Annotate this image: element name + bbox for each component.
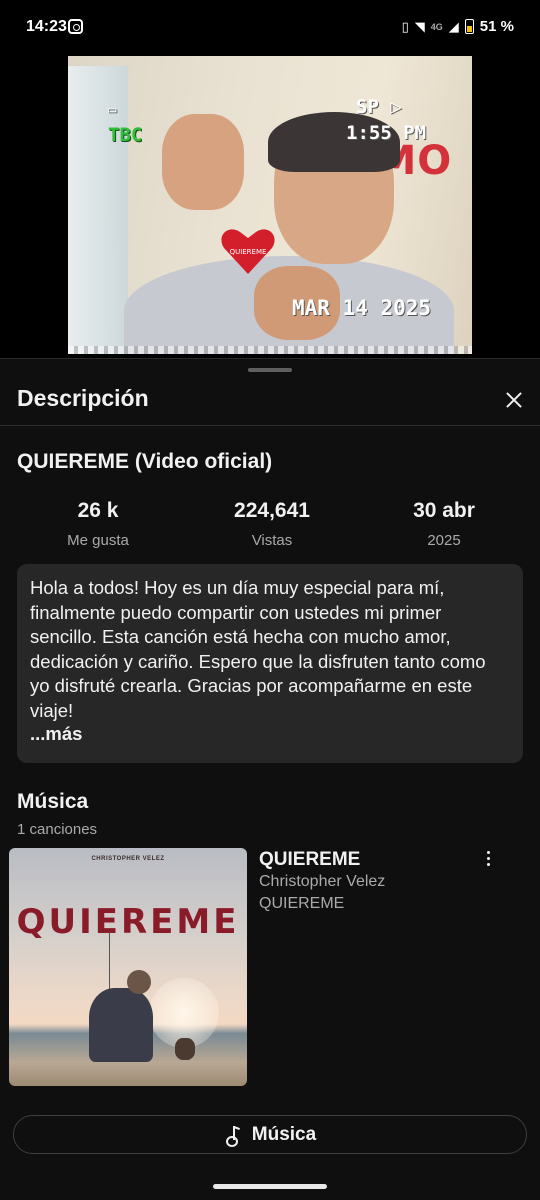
track-title[interactable]: QUIEREME [259, 849, 360, 871]
divider [0, 425, 540, 426]
vhs-mode-text: SP [356, 96, 379, 118]
vhs-date: MAR 14 2025 [292, 296, 432, 320]
person-hand [162, 114, 244, 210]
dot [487, 851, 490, 854]
video-frame[interactable]: TE AMO QUIEREME ▭ TBC SP ▷ 1:55 PM MAR 1… [68, 56, 472, 354]
cover-teddy-bear [175, 1038, 195, 1060]
status-time: 14:23 [26, 18, 67, 35]
stat-date: 30 abr 2025 [354, 499, 534, 549]
track-album: QUIEREME [259, 895, 345, 912]
video-curtain [68, 66, 128, 354]
description-text: Hola a todos! Hoy es un día muy especial… [30, 577, 486, 721]
heart-keychain-svg: QUIEREME [221, 229, 275, 274]
stat-value: 224,641 [234, 499, 310, 522]
sheet-title: Descripción [17, 385, 149, 411]
home-indicator[interactable] [213, 1184, 327, 1189]
music-note-icon [224, 1125, 242, 1147]
stat-views: 224,641 Vistas [182, 499, 362, 549]
description-box[interactable]: Hola a todos! Hoy es un día muy especial… [17, 564, 523, 763]
stat-value: 30 abr [413, 499, 475, 522]
music-count: 1 canciones [17, 821, 98, 838]
vhs-tape-icon: ▭ [108, 102, 117, 118]
status-icons: ▯ ◥ 4G ◢ 51 % [402, 18, 514, 35]
battery-percent: 51 % [479, 18, 514, 35]
wifi-icon: ◥ [414, 18, 425, 34]
music-button-label: Música [251, 1123, 317, 1145]
play-icon: ▷ [390, 96, 402, 118]
video-stats: 26 k Me gusta 224,641 Vistas 30 abr 2025 [0, 499, 540, 555]
stat-label: Vistas [251, 532, 293, 549]
instagram-icon [68, 19, 83, 34]
music-button[interactable]: Música [13, 1115, 527, 1154]
stat-value: 26 k [77, 499, 119, 522]
keychain-text: QUIEREME [230, 248, 267, 256]
vhs-mode: SP ▷ [356, 96, 402, 118]
stat-label: Me gusta [67, 532, 129, 549]
cover-title: QUIEREME [16, 902, 240, 942]
signal-icon: ◢ [448, 18, 459, 34]
cover-person-head [127, 970, 151, 994]
drag-handle[interactable] [248, 368, 292, 372]
dot [487, 857, 490, 860]
close-icon[interactable] [500, 387, 528, 415]
stat-likes: 26 k Me gusta [8, 499, 188, 549]
stat-label: 2025 [427, 532, 461, 549]
battery-icon [464, 19, 474, 34]
more-vert-icon[interactable] [478, 849, 498, 869]
heart-keychain-icon: QUIEREME [220, 226, 276, 276]
vibrate-icon: ▯ [401, 18, 409, 34]
cover-artist: CHRISTOPHER VELEZ [91, 856, 165, 862]
vhs-tbc: TBC [108, 124, 143, 146]
track-artist: Christopher Velez [259, 873, 386, 890]
vhs-scanline [68, 346, 472, 354]
album-cover[interactable]: CHRISTOPHER VELEZ QUIEREME [9, 848, 247, 1086]
video-player[interactable]: TE AMO QUIEREME ▭ TBC SP ▷ 1:55 PM MAR 1… [0, 56, 540, 358]
dot [487, 863, 490, 866]
vhs-time: 1:55 PM [346, 122, 427, 144]
more-link[interactable]: ...más [30, 723, 510, 745]
status-bar: 14:23 ▯ ◥ 4G ◢ 51 % [0, 0, 540, 56]
network-type: 4G [430, 21, 443, 32]
cover-person [89, 988, 153, 1062]
description-sheet: Descripción QUIEREME (Video oficial) 26 … [0, 358, 540, 1200]
video-title: QUIEREME (Video oficial) [17, 450, 273, 473]
music-heading: Música [17, 790, 89, 813]
